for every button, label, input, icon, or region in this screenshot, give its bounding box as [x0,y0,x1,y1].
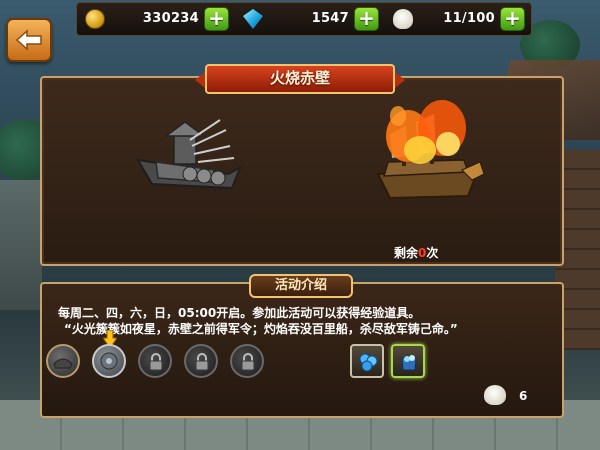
stage-node-3[interactable] [138,344,172,378]
background-wall-left [0,180,42,310]
lock-icon [149,353,163,371]
current-stage-icon [100,352,118,370]
steamed-bun-icon [484,385,506,405]
diamond-gem-icon [243,9,263,29]
stamina-cost: 6 [519,389,528,403]
add-stamina-button[interactable]: + [500,7,525,31]
lock-icon [195,353,209,371]
plus-icon: + [358,6,375,30]
remaining-unit: 次 [426,246,439,260]
stamina-amount: 11/100 [443,11,495,26]
resource-bar: 330234 + 1547 + 11/100 + [76,2,532,36]
stage-node-2[interactable] [92,344,126,378]
reward-item-1[interactable] [350,344,384,378]
gem-resource: 1547 + [235,4,385,34]
back-button[interactable] [6,18,52,62]
stage-node-4[interactable] [184,344,218,378]
stage-node-5[interactable] [230,344,264,378]
gold-resource: 330234 + [77,4,235,34]
poem-text: “火光簇簇如夜星，赤壁之前得军令；灼焰吞没百里船，杀尽敌军铸己命。” [64,322,458,336]
intro-heading: 活动介绍 [249,274,353,298]
completed-stage-icon [53,358,73,369]
straw-boat-icon[interactable] [128,112,248,202]
plus-icon: + [208,6,225,30]
blue-gem-pouch-icon [401,355,417,371]
burning-warship-icon[interactable] [368,100,488,210]
reward-item-2[interactable] [391,344,425,378]
gold-coin-icon [85,9,105,29]
stage-node-1[interactable] [46,344,80,378]
event-title: 火烧赤壁 [195,64,405,94]
schedule-text: 每周二、四，六，日，05:00开启。参加此活动可以获得经验道具。 [58,306,421,320]
remaining-attempts: 剩余0次 [394,244,438,261]
remaining-label: 剩余 [394,246,419,260]
add-gold-button[interactable]: + [204,7,229,31]
stamina-resource: 11/100 + [385,4,531,34]
gold-amount: 330234 [142,11,199,26]
gem-amount: 1547 [311,11,349,26]
back-arrow-icon [15,29,42,51]
add-gems-button[interactable]: + [354,7,379,31]
lock-icon [241,353,255,371]
blue-gem-cluster-icon [359,353,378,372]
steamed-bun-icon [393,9,413,29]
plus-icon: + [504,6,521,30]
